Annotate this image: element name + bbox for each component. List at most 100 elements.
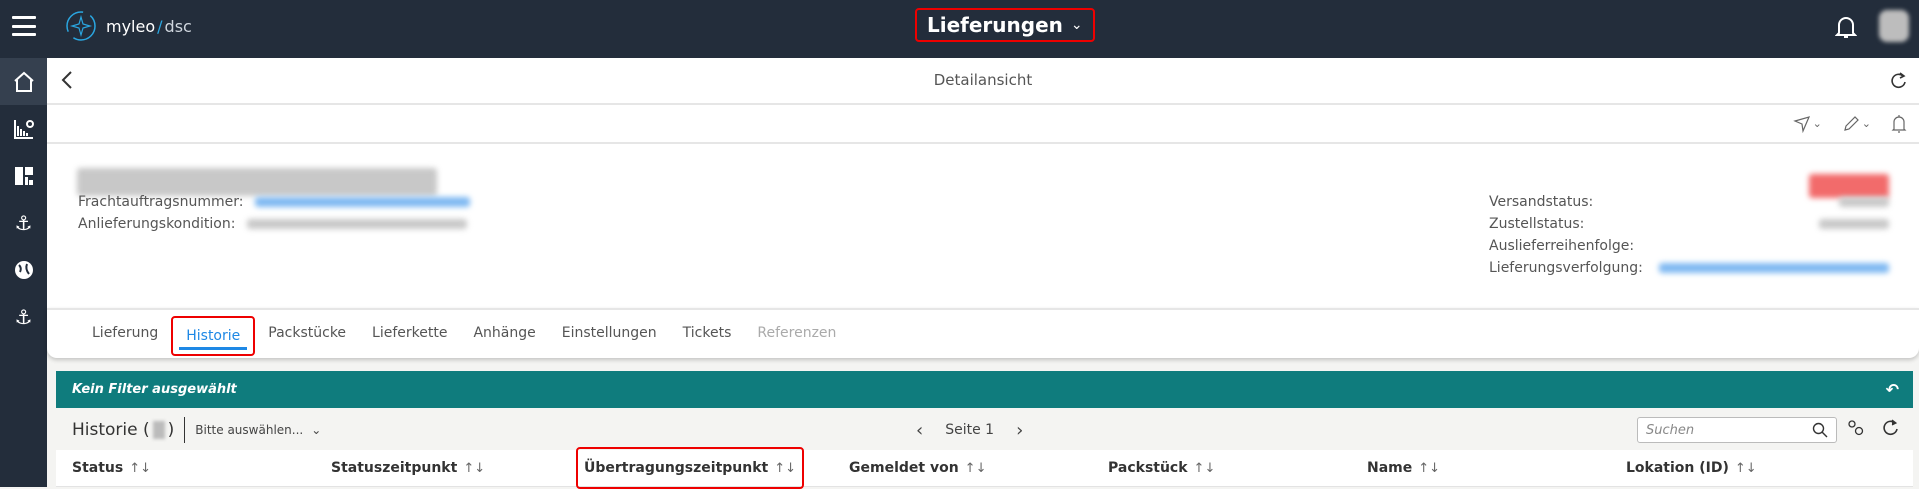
anchor-icon: ⚓ (14, 304, 33, 329)
bell-icon (1891, 114, 1907, 133)
sidebar-item-home[interactable] (0, 58, 47, 105)
previous-page-icon[interactable]: ‹ (916, 420, 923, 441)
detail-label: Zustellstatus: (1489, 216, 1585, 232)
dashboard-icon (14, 166, 33, 185)
tab-lieferung[interactable]: Lieferung (79, 309, 171, 359)
sidebar-item-anchor-2[interactable]: ⚓ (0, 293, 47, 340)
detail-row: Lieferungsverfolgung: (1489, 257, 1889, 279)
pagination: ‹ Seite 1 › (916, 420, 1023, 441)
tab-tickets[interactable]: Tickets (670, 309, 745, 359)
main-content: Detailansicht ⌄ ⌄ Frachtauftragsnummer: … (47, 58, 1919, 489)
detail-row: Auslieferreihenfolge: (1489, 235, 1889, 257)
search-icon (1812, 422, 1828, 438)
delivery-condition-redacted (247, 219, 468, 229)
hamburger-menu-icon[interactable] (12, 16, 36, 36)
anchor-icon: ⚓ (14, 210, 33, 235)
chevron-down-icon: ⌄ (1861, 117, 1871, 130)
tab-bar: Lieferung Historie Packstücke Lieferkett… (47, 308, 1919, 358)
sort-icon[interactable]: ↑↓ (463, 461, 485, 476)
app-logo[interactable]: myleo / dsc (64, 9, 192, 43)
notifications-bell-icon[interactable] (1834, 14, 1858, 44)
sort-icon[interactable]: ↑↓ (129, 461, 151, 476)
send-menu-button[interactable]: ⌄ (1792, 115, 1822, 133)
pencil-icon (1843, 115, 1859, 131)
chart-icon (13, 119, 34, 139)
sort-icon[interactable]: ↑↓ (1735, 461, 1757, 476)
column-header-lokation[interactable]: Lokation (ID) ↑↓ (1610, 450, 1869, 487)
column-header-uebertragungszeitpunkt[interactable]: Übertragungszeitpunkt ↑↓ (574, 447, 833, 489)
tab-lieferkette[interactable]: Lieferkette (359, 309, 460, 359)
tab-historie[interactable]: Historie (171, 316, 256, 356)
column-header-name[interactable]: Name ↑↓ (1351, 450, 1610, 487)
column-header-status[interactable]: Status ↑↓ (56, 450, 315, 487)
detail-row: Versandstatus: (1489, 191, 1889, 213)
column-label: Status (72, 460, 124, 476)
column-header-packstueck[interactable]: Packstück ↑↓ (1092, 450, 1351, 487)
detail-label: Anlieferungskondition: (78, 216, 236, 232)
page-title: Detailansicht (933, 71, 1033, 89)
app-switcher[interactable]: Lieferungen ⌄ (915, 8, 1095, 42)
action-toolbar: ⌄ ⌄ (47, 105, 1919, 144)
column-header-statuszeitpunkt[interactable]: Statuszeitpunkt ↑↓ (315, 450, 574, 487)
column-label: Gemeldet von (849, 460, 959, 476)
detail-row: Anlieferungskondition: (78, 213, 470, 235)
column-header-gemeldet-von[interactable]: Gemeldet von ↑↓ (833, 450, 1092, 487)
logo-product: dsc (164, 16, 192, 36)
logo-separator: / (157, 16, 163, 36)
sidebar: ⚓ ⚓ (0, 58, 47, 487)
tab-packstuecke[interactable]: Packstücke (255, 309, 359, 359)
table-header: Status ↑↓ Statuszeitpunkt ↑↓ Übertragungsz… (56, 447, 1913, 489)
settings-gears-icon[interactable] (1847, 419, 1865, 441)
reload-icon[interactable] (1883, 419, 1899, 441)
detail-label: Lieferungsverfolgung: (1489, 260, 1643, 276)
sort-icon[interactable]: ↑↓ (1418, 461, 1440, 476)
search-input[interactable]: Suchen (1637, 417, 1837, 443)
sidebar-item-globe[interactable] (0, 246, 47, 293)
sidebar-item-dashboard[interactable] (0, 152, 47, 199)
edit-menu-button[interactable]: ⌄ (1842, 115, 1871, 133)
tab-anhaenge[interactable]: Anhänge (460, 309, 548, 359)
chevron-down-icon: ⌄ (1070, 17, 1083, 33)
top-bar: myleo / dsc Lieferungen ⌄ (0, 0, 1919, 58)
column-label: Übertragungszeitpunkt (584, 460, 769, 476)
send-icon (1792, 115, 1810, 133)
tracking-link-redacted[interactable] (1659, 263, 1889, 273)
tab-referenzen: Referenzen (757, 325, 837, 341)
subscribe-bell-button[interactable] (1891, 114, 1907, 134)
view-select[interactable]: Bitte auswählen... ⌄ (195, 423, 321, 437)
home-icon (13, 71, 34, 92)
sidebar-item-analytics[interactable] (0, 105, 47, 152)
divider (184, 417, 186, 443)
history-title-close: ) (167, 420, 175, 440)
detail-row: Frachtauftragsnummer: (78, 191, 471, 213)
refresh-icon[interactable] (1891, 72, 1907, 94)
history-toolbar: Historie () Bitte auswählen... ⌄ ‹ Seite … (56, 410, 1913, 450)
logo-icon (66, 11, 96, 41)
sort-icon[interactable]: ↑↓ (965, 461, 987, 476)
tab-einstellungen[interactable]: Einstellungen (549, 309, 670, 359)
filter-status-text: Kein Filter ausgewählt (72, 382, 237, 397)
sidebar-item-anchor[interactable]: ⚓ (0, 199, 47, 246)
user-avatar[interactable] (1879, 10, 1909, 42)
view-select-value: Bitte auswählen... (195, 423, 304, 437)
chevron-down-icon: ⌄ (1812, 117, 1822, 130)
sort-icon[interactable]: ↑↓ (1194, 461, 1216, 476)
delivery-status-redacted (1819, 219, 1889, 229)
history-count-redacted (152, 421, 165, 439)
app-title: Lieferungen (927, 13, 1063, 37)
freight-order-link-redacted[interactable] (255, 197, 471, 207)
detail-label: Frachtauftragsnummer: (78, 194, 244, 210)
detail-label: Auslieferreihenfolge: (1489, 238, 1635, 254)
history-title: Historie () (72, 420, 174, 440)
globe-icon (14, 260, 33, 279)
shipping-status-redacted (1839, 197, 1889, 207)
sort-icon[interactable]: ↑↓ (774, 461, 796, 476)
logo-brand: myleo (106, 16, 156, 36)
shipment-details-left: Frachtauftragsnummer: Anlieferungskondit… (78, 191, 471, 235)
column-label: Name (1367, 460, 1413, 476)
history-title-text: Historie ( (72, 420, 150, 440)
shipment-details-right: Versandstatus: Zustellstatus: Auslieferr… (1489, 191, 1889, 279)
next-page-icon[interactable]: › (1016, 420, 1023, 441)
reset-filter-icon[interactable]: ↶ (1886, 380, 1899, 399)
filter-bar: Kein Filter ausgewählt ↶ (56, 371, 1913, 408)
